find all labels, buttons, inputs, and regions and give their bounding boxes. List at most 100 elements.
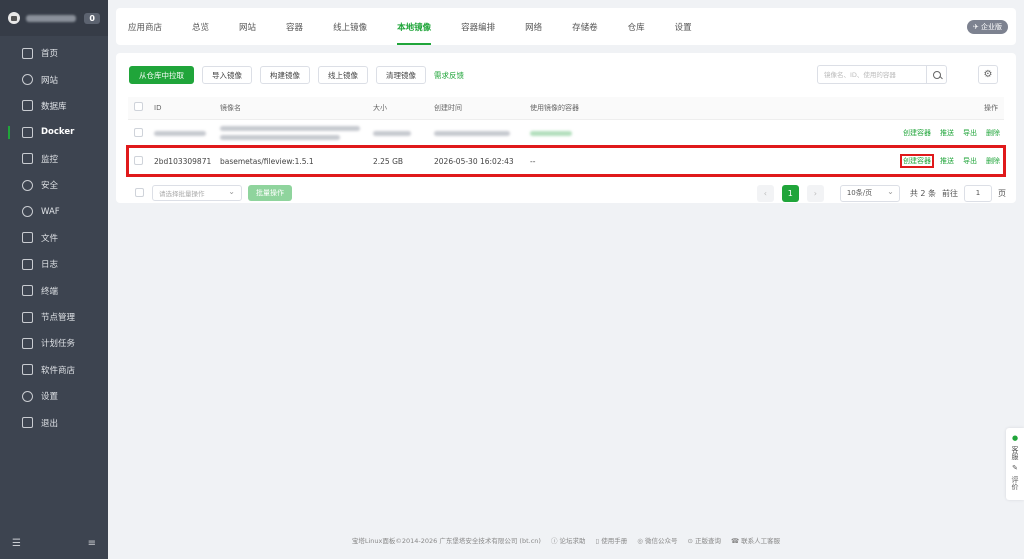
- search-button[interactable]: [926, 66, 946, 83]
- batch-action-button[interactable]: 批量操作: [248, 184, 292, 201]
- sidebar-item-logs[interactable]: 日志: [0, 251, 108, 277]
- row-id-blurred: [154, 119, 220, 148]
- tab-network[interactable]: 网络: [525, 8, 542, 45]
- logout-icon: [22, 417, 33, 429]
- pull-image-button[interactable]: 从仓库中拉取: [129, 66, 194, 84]
- tab-registry[interactable]: 仓库: [628, 8, 645, 45]
- clean-image-button[interactable]: 清理镜像: [376, 66, 426, 84]
- next-page-button[interactable]: ›: [806, 184, 824, 202]
- folder-icon: [22, 232, 33, 244]
- build-image-button[interactable]: 构建镜像: [260, 66, 310, 84]
- sidebar-item-database[interactable]: 数据库: [0, 93, 108, 119]
- docker-tabs: 应用商店 总览 网站 容器 线上镜像 本地镜像 容器编排 网络 存储卷 仓库 设…: [116, 8, 1016, 45]
- col-containers: 使用镜像的容器: [530, 97, 730, 120]
- sidebar-item-logout[interactable]: 退出: [0, 409, 108, 435]
- alert-count-badge[interactable]: 0: [84, 12, 100, 24]
- row-checkbox[interactable]: [134, 155, 143, 165]
- total-count: 共 2 条: [909, 188, 936, 198]
- goto-page-input[interactable]: 1: [964, 184, 992, 202]
- tab-website[interactable]: 网站: [239, 8, 256, 45]
- customer-service-button[interactable]: 客服: [1010, 446, 1020, 460]
- import-image-button[interactable]: 导入镜像: [202, 66, 252, 84]
- table-row: 创建容器 推送 导出 删除: [128, 119, 1004, 148]
- col-created[interactable]: 创建时间: [434, 97, 530, 120]
- log-icon: [22, 258, 33, 270]
- gear-icon: ⚙: [983, 69, 993, 80]
- footer-link-license[interactable]: ⊙ 正版查询: [687, 535, 721, 545]
- sidebar-item-settings[interactable]: 设置: [0, 383, 108, 409]
- tab-overview[interactable]: 总览: [192, 8, 209, 45]
- footer-link-support[interactable]: ☎ 联系人工客服: [731, 535, 780, 545]
- page-unit-label: 页: [998, 188, 1006, 198]
- table-footer: 请选择批量操作 批量操作 ‹ 1 › 10条/页 共 2 条 前往 1 页: [116, 176, 1016, 210]
- sidebar-item-waf[interactable]: WAF: [0, 198, 108, 224]
- enterprise-badge[interactable]: ✈ 企业版: [966, 20, 1008, 34]
- select-all-checkbox[interactable]: [134, 102, 143, 112]
- sidebar-item-security[interactable]: 安全: [0, 172, 108, 198]
- table-settings-button[interactable]: ⚙: [978, 65, 998, 84]
- chevron-right-icon: ›: [813, 188, 817, 198]
- sidebar-item-docker[interactable]: Docker: [0, 119, 108, 145]
- sidebar-item-home[interactable]: 首页: [0, 40, 108, 66]
- export-link[interactable]: 导出: [963, 129, 977, 137]
- row-actions: 创建容器 推送 导出 删除: [730, 119, 1004, 148]
- search-icon: [932, 70, 941, 79]
- footer-link-forum[interactable]: ⓘ 论坛求助: [551, 535, 586, 545]
- sidebar-bottom: ☰ ≡: [0, 538, 108, 549]
- sidebar-item-files[interactable]: 文件: [0, 225, 108, 251]
- tab-local-images[interactable]: 本地镜像: [397, 8, 432, 45]
- tab-containers[interactable]: 容器: [286, 8, 303, 45]
- chevron-left-icon: ‹: [763, 188, 767, 198]
- delete-link[interactable]: 删除: [986, 157, 1000, 165]
- shield-icon: [22, 179, 33, 191]
- delete-link[interactable]: 删除: [986, 129, 1000, 137]
- tab-online-images[interactable]: 线上镜像: [333, 8, 367, 45]
- feedback-link[interactable]: 需求反馈: [434, 70, 464, 81]
- sidebar-item-store[interactable]: 软件商店: [0, 357, 108, 383]
- page-size-select[interactable]: 10条/页: [839, 184, 900, 202]
- footer-link-manual[interactable]: ▯ 使用手册: [596, 535, 628, 545]
- batch-action-select[interactable]: 请选择批量操作: [152, 184, 242, 201]
- row-containers: --: [530, 147, 730, 176]
- col-id[interactable]: ID: [154, 97, 220, 120]
- tab-compose[interactable]: 容器编排: [461, 8, 495, 45]
- feedback-icon: ✎: [1012, 464, 1018, 472]
- tab-volumes[interactable]: 存储卷: [572, 8, 598, 45]
- docker-icon: [22, 126, 33, 138]
- list-toggle-icon[interactable]: ≡: [88, 538, 96, 549]
- sidebar-item-cron[interactable]: 计划任务: [0, 330, 108, 356]
- row-size: 2.25 GB: [373, 147, 434, 176]
- row-name-blurred: [220, 119, 373, 148]
- create-container-link[interactable]: 创建容器: [903, 129, 931, 137]
- export-link[interactable]: 导出: [963, 157, 977, 165]
- page-number[interactable]: 1: [781, 184, 799, 202]
- col-size[interactable]: 大小: [373, 97, 434, 120]
- col-name[interactable]: 镜像名: [220, 97, 373, 120]
- floating-side-panel: ● 客服 ✎ 评价: [1006, 428, 1024, 500]
- row-checkbox[interactable]: [134, 127, 143, 137]
- col-ops: 操作: [730, 97, 1004, 120]
- footer-link-wechat[interactable]: ◎ 微信公众号: [637, 535, 677, 545]
- main-content: 应用商店 总览 网站 容器 线上镜像 本地镜像 容器编排 网络 存储卷 仓库 设…: [116, 8, 1016, 203]
- sidebar-item-terminal[interactable]: 终端: [0, 278, 108, 304]
- row-created-blurred: [434, 119, 530, 148]
- batch-select-checkbox[interactable]: [135, 188, 144, 197]
- sidebar-item-monitor[interactable]: 监控: [0, 146, 108, 172]
- tab-app-store[interactable]: 应用商店: [128, 8, 162, 45]
- store-icon: [22, 364, 33, 376]
- sidebar: 0 首页 网站 数据库 Docker 监控 安全 WAF 文件 日志 终端 节点…: [0, 0, 108, 559]
- push-link[interactable]: 推送: [940, 157, 954, 165]
- goto-label: 前往: [942, 188, 958, 198]
- collapse-menu-icon[interactable]: ☰: [12, 538, 21, 549]
- sidebar-item-nodes[interactable]: 节点管理: [0, 304, 108, 330]
- online-image-button[interactable]: 线上镜像: [318, 66, 368, 84]
- tab-settings[interactable]: 设置: [675, 8, 692, 45]
- create-container-link[interactable]: 创建容器: [900, 154, 934, 168]
- row-actions: 创建容器 推送 导出 删除: [730, 147, 1004, 176]
- prev-page-button[interactable]: ‹: [756, 184, 774, 202]
- waf-icon: [22, 206, 33, 218]
- push-link[interactable]: 推送: [940, 129, 954, 137]
- rate-button[interactable]: 评价: [1010, 476, 1020, 490]
- image-search-input[interactable]: [818, 70, 926, 79]
- sidebar-item-website[interactable]: 网站: [0, 66, 108, 92]
